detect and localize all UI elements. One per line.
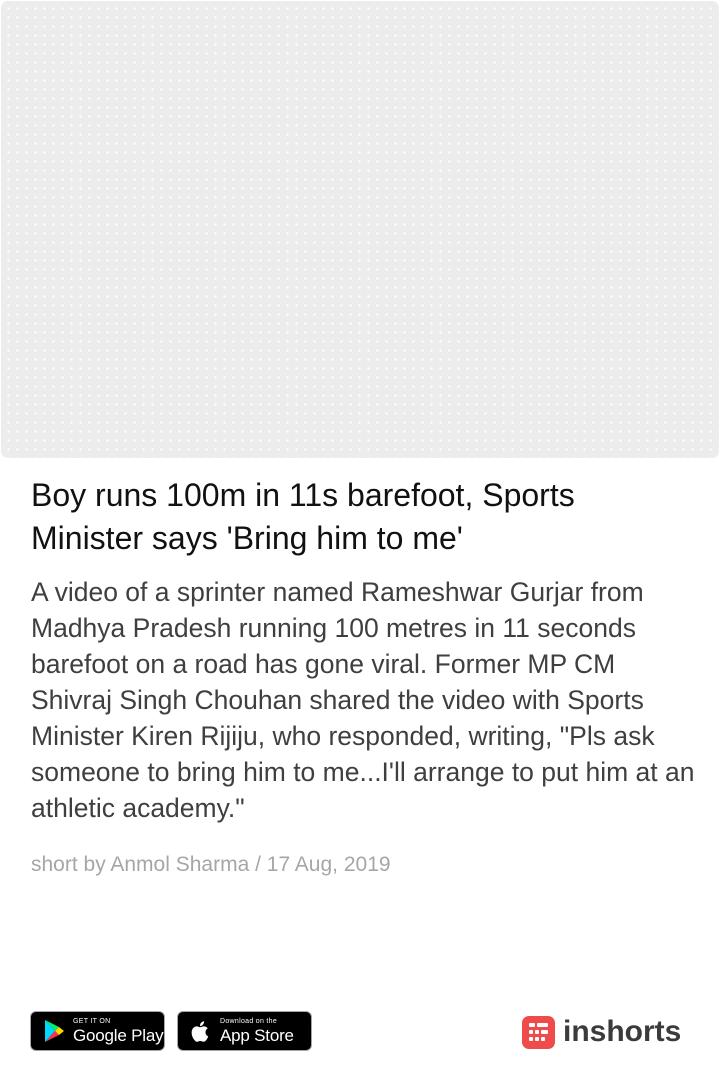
app-store-badge[interactable]: Download on the App Store	[177, 1011, 312, 1051]
inshorts-logo-icon	[522, 1015, 555, 1049]
article-headline: Boy runs 100m in 11s barefoot, Sports Mi…	[31, 477, 575, 556]
app-store-large-label: App Store	[220, 1026, 294, 1045]
google-play-small-label: GET IT ON	[73, 1018, 111, 1025]
inshorts-wordmark: inshorts	[563, 1015, 682, 1048]
app-store-small-label: Download on the	[220, 1018, 278, 1025]
apple-icon	[186, 1017, 214, 1045]
article-byline: short by Anmol Sharma / 17 Aug, 2019	[31, 853, 391, 876]
google-play-icon	[39, 1017, 67, 1045]
inshorts-brand[interactable]: inshorts	[522, 1012, 681, 1052]
article-image-placeholder	[1, 1, 719, 458]
google-play-large-label: Google Play	[73, 1026, 164, 1045]
article-body: A video of a sprinter named Rameshwar Gu…	[31, 577, 695, 823]
google-play-badge[interactable]: GET IT ON Google Play	[30, 1011, 165, 1051]
